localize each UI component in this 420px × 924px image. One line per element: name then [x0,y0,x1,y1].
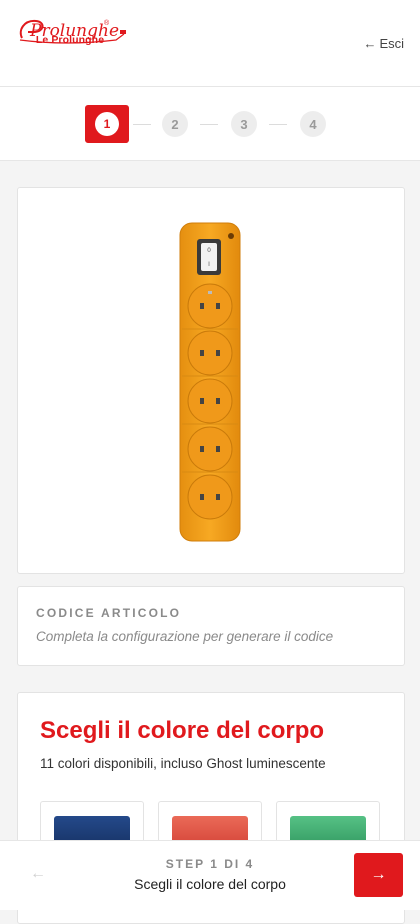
exit-link[interactable]: ← Esci [363,36,404,51]
section-title: Scegli il colore del corpo [40,717,325,744]
brand-subtitle: Le Prolunghe [35,34,105,46]
wizard-footer: ← STEP 1 DI 4 Scegli il colore del corpo… [0,840,420,910]
next-button[interactable]: → [354,853,403,897]
svg-text:0: 0 [207,247,211,254]
step-connector [133,124,151,125]
exit-label: Esci [379,36,404,51]
article-code-card: CODICE ARTICOLO Completa la configurazio… [17,586,405,666]
step-2[interactable]: 2 [162,111,188,137]
article-code-placeholder: Completa la configurazione per generare … [36,629,334,644]
section-subtitle: 11 colori disponibili, incluso Ghost lum… [40,756,326,771]
arrow-right-icon: → [370,866,387,883]
step-connector [200,124,218,125]
article-code-label: CODICE ARTICOLO [36,606,182,620]
app-header: Prolunghe ® Le Prolunghe ← Esci [0,0,420,87]
step-1-number: 1 [95,112,119,136]
step-3[interactable]: 3 [231,111,257,137]
step-4[interactable]: 4 [300,111,326,137]
arrow-left-icon: ← [363,36,377,51]
step-connector [269,124,287,125]
product-preview-card: 0 I [17,187,405,574]
step-1[interactable]: 1 [85,105,129,143]
svg-text:®: ® [104,19,110,27]
power-strip-image: 0 I [179,222,241,542]
svg-text:I: I [208,261,210,268]
step-indicator: 1 2 3 4 [0,87,420,161]
